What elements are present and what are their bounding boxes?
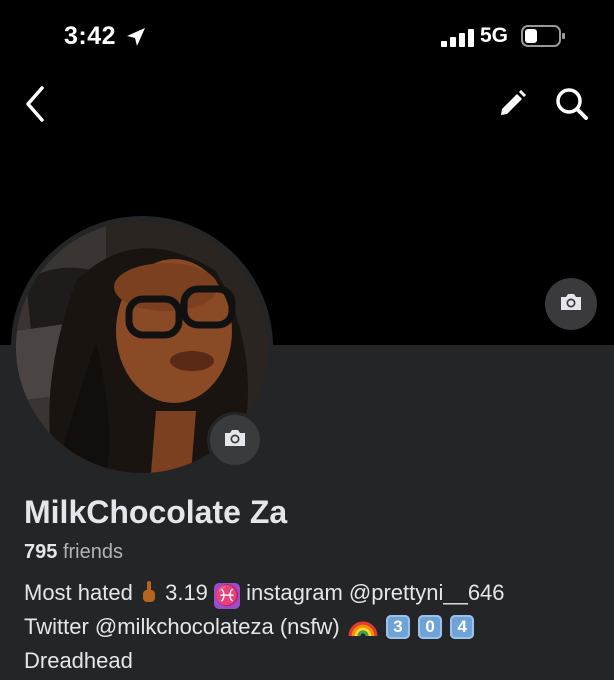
top-nav [0,80,614,130]
middle-finger-emoji [141,580,157,612]
status-time: 3:42 [64,22,117,50]
bio-text: Most hated [24,580,133,605]
bio-dreadhead: Dreadhead [24,648,133,673]
bio-twitter: Twitter @milkchocolateza (nsfw) [24,614,340,639]
battery-icon [521,24,567,53]
profile-bio: Most hated 3.19 ♓ instagram @prettyni__6… [24,578,604,676]
camera-icon [559,292,583,317]
camera-icon [223,428,247,453]
search-button[interactable] [552,86,592,126]
bio-line-3: Dreadhead [24,646,604,676]
edit-cover-photo-button[interactable] [545,278,597,330]
keycap-0-emoji: 0 [418,615,443,639]
bio-instagram: instagram @prettyni__646 [246,580,505,605]
friends-label: friends [62,541,123,563]
edit-pencil-icon [497,89,527,124]
bio-line-1: Most hated 3.19 ♓ instagram @prettyni__6… [24,578,604,612]
pisces-emoji: ♓ [214,583,241,609]
search-icon [555,87,589,126]
friends-number: 795 [24,541,58,563]
bio-number: 3.19 [165,580,208,605]
network-type: 5G [480,24,509,47]
signal-bars-icon [441,29,475,52]
keycap-3-emoji: 3 [386,615,410,639]
edit-profile-button[interactable] [494,88,530,124]
location-arrow-icon [124,25,148,54]
keycap-4-emoji: 4 [450,615,475,639]
friends-count[interactable]: 795 friends [24,541,123,564]
back-chevron-icon [24,85,46,127]
back-button[interactable] [18,85,52,127]
bio-line-2: Twitter @milkchocolateza (nsfw) 3 0 4 [24,612,604,646]
status-bar: 3:42 5G [0,0,614,72]
rainbow-emoji [348,612,378,646]
profile-name: MilkChocolate Za [24,494,288,530]
edit-avatar-button[interactable] [207,412,263,468]
